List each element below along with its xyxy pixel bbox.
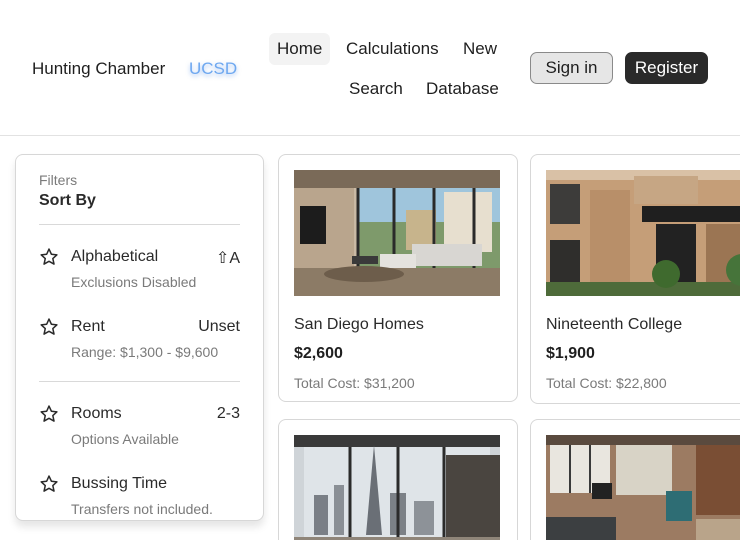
sort-by-title: Sort By [39, 192, 96, 209]
apartment-building-exterior-photo [546, 170, 740, 296]
register-button[interactable]: Register [625, 52, 708, 84]
listing-card[interactable] [530, 419, 740, 540]
nav-database[interactable]: Database [426, 79, 499, 99]
sort-option-subtext: Transfers not included. [71, 501, 213, 517]
listing-price: $2,600 [294, 345, 343, 362]
listing-card[interactable] [278, 419, 518, 540]
sort-option-alphabetical[interactable]: Alphabetical ⇧A Exclusions Disabled [39, 247, 240, 297]
star-icon[interactable] [39, 474, 59, 494]
listing-card[interactable]: Nineteenth College $1,900 Total Cost: $2… [530, 154, 740, 404]
star-icon[interactable] [39, 317, 59, 337]
listing-total-cost: Total Cost: $22,800 [546, 375, 667, 391]
sort-option-label: Rent [71, 318, 105, 335]
city-view-loft-photo [294, 435, 500, 540]
sort-option-subtext: Options Available [71, 431, 179, 447]
sort-option-label: Bussing Time [71, 475, 168, 492]
nav-calculations[interactable]: Calculations [346, 39, 439, 59]
modern-living-room-photo [294, 170, 500, 296]
sort-option-value: Unset [198, 318, 240, 335]
sort-option-rooms[interactable]: Rooms 2-3 Options Available [39, 404, 240, 454]
filters-panel: Filters Sort By Alphabetical ⇧A Exclusio… [15, 154, 264, 521]
brand-name[interactable]: Hunting Chamber [32, 59, 165, 79]
listing-price: $1,900 [546, 345, 595, 362]
sort-option-bussing-time[interactable]: Bussing Time Transfers not included. [39, 474, 240, 520]
listing-card[interactable]: San Diego Homes $2,600 Total Cost: $31,2… [278, 154, 518, 402]
studio-apartment-interior-photo [546, 435, 740, 540]
filters-caption: Filters [39, 172, 78, 188]
sort-option-value: 2-3 [216, 405, 240, 422]
sign-in-button[interactable]: Sign in [530, 52, 613, 84]
sort-option-subtext: Exclusions Disabled [71, 274, 197, 290]
listing-total-cost: Total Cost: $31,200 [294, 375, 415, 391]
listing-name: Nineteenth College [546, 316, 683, 333]
nav-search[interactable]: Search [349, 79, 403, 99]
top-header: Hunting Chamber UCSD Home Calculations N… [0, 0, 740, 136]
divider [39, 381, 240, 382]
sort-option-value: ⇧A [215, 250, 240, 267]
sort-option-subtext: Range: $1,300 - $9,600 [71, 344, 219, 360]
nav-new[interactable]: New [463, 39, 497, 59]
star-icon[interactable] [39, 404, 59, 424]
star-icon[interactable] [39, 247, 59, 267]
divider [39, 224, 240, 225]
sort-option-label: Alphabetical [71, 248, 159, 265]
sort-option-label: Rooms [71, 405, 122, 422]
nav-home[interactable]: Home [269, 33, 331, 65]
listing-name: San Diego Homes [294, 316, 424, 333]
sort-option-rent[interactable]: Rent Unset Range: $1,300 - $9,600 [39, 317, 240, 367]
campus-link[interactable]: UCSD [189, 59, 237, 79]
